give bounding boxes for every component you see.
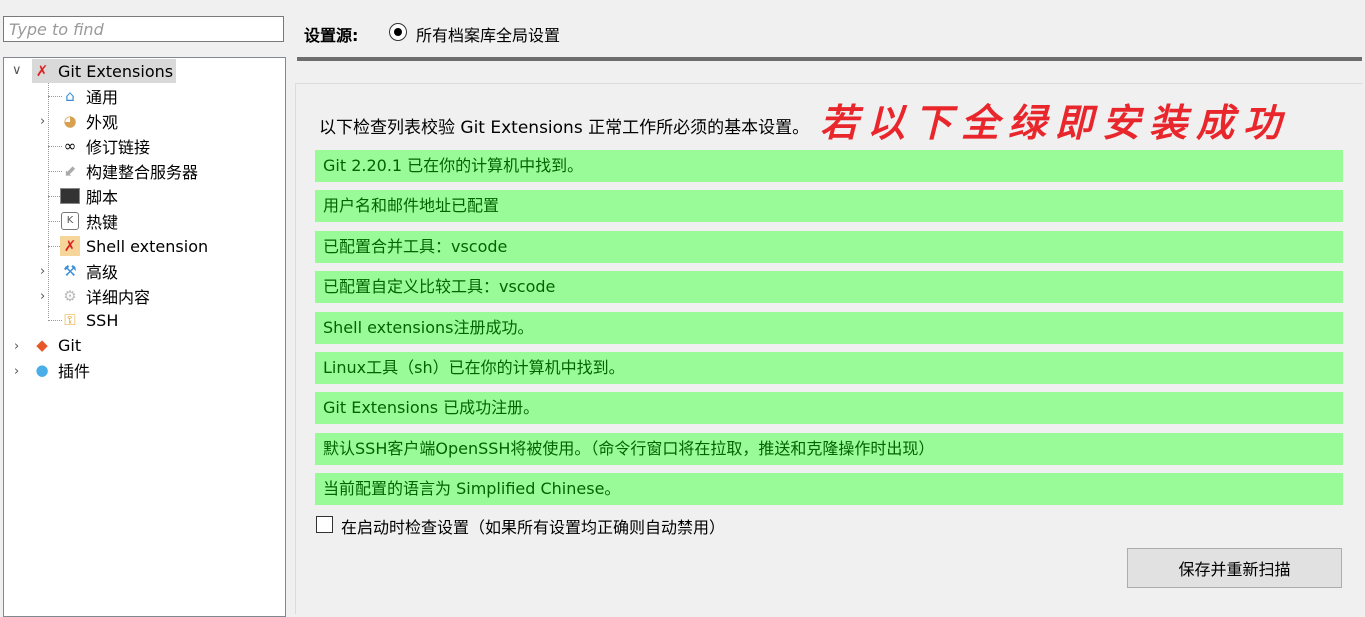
check-on-startup-label[interactable]: 在启动时检查设置（如果所有设置均正确则自动禁用） (341, 514, 725, 538)
check-result-row: 已配置合并工具：vscode (315, 230, 1343, 263)
keyboard-key-icon: K (60, 211, 80, 231)
global-settings-radio-label[interactable]: 所有档案库全局设置 (416, 22, 560, 46)
tree-item-label: SSH (86, 310, 119, 330)
chevron-right-icon[interactable]: › (40, 264, 45, 279)
separator (297, 57, 1362, 61)
tree-item-build-server[interactable]: ⬋ 构建整合服务器 (60, 159, 198, 183)
plug-icon: ⬋ (63, 162, 77, 180)
check-on-startup-checkbox[interactable] (316, 516, 333, 533)
tree-item-revision-links[interactable]: ∞ 修订链接 (60, 134, 150, 158)
git-extensions-icon: ✗ (35, 62, 49, 80)
tree-item-label: 高级 (86, 263, 119, 282)
search-box[interactable] (3, 16, 284, 42)
tree-item-label: Shell extension (86, 236, 209, 256)
shell-extension-icon: ✗ (60, 236, 80, 256)
check-result-row: Git 2.20.1 已在你的计算机中找到。 (315, 150, 1343, 182)
tree-item-label: 详细内容 (86, 288, 151, 307)
tree-item-appearance[interactable]: ◕ 外观 (60, 109, 118, 133)
tree-item-advanced[interactable]: ⚒ 高级 (60, 259, 118, 283)
tree-item-hotkeys[interactable]: K 热键 (60, 209, 118, 233)
terminal-icon (60, 186, 80, 206)
tree-item-label: 脚本 (86, 188, 119, 207)
tools-icon: ⚒ (63, 262, 77, 280)
chevron-right-icon[interactable]: › (14, 364, 19, 379)
gear-icon: ⚙ (63, 287, 77, 305)
tree-item-ssh[interactable]: ⚿ SSH (60, 308, 118, 332)
tree-item-label: Git Extensions (58, 61, 174, 81)
tree-item-detailed[interactable]: ⚙ 详细内容 (60, 284, 150, 308)
settings-tree: ∨ ✗ Git Extensions ⌂ 通用 › ◕ 外观 ∞ 修订链接 ⬋ 构建整合… (3, 57, 286, 617)
check-result-row: Shell extensions注册成功。 (315, 311, 1343, 344)
key-icon: ⚿ (64, 311, 76, 329)
tree-item-shell-extension[interactable]: ✗ Shell extension (60, 234, 208, 258)
tree-item-scripts[interactable]: 脚本 (60, 184, 118, 208)
tree-item-general[interactable]: ⌂ 通用 (60, 84, 118, 108)
tree-item-label: 修订链接 (86, 138, 151, 157)
check-result-row: 用户名和邮件地址已配置 (315, 190, 1343, 223)
annotation-text: 若以下全绿即安装成功 (820, 100, 1291, 145)
chevron-right-icon[interactable]: › (40, 289, 45, 304)
tree-item-git-extensions[interactable]: ✗ Git Extensions (32, 59, 177, 83)
tree-item-label: 通用 (86, 88, 119, 107)
palette-icon: ◕ (63, 112, 77, 130)
tree-item-label: 构建整合服务器 (86, 163, 199, 182)
check-result-row: 默认SSH客户端OpenSSH将被使用。（命令行窗口将在拉取，推送和克隆操作时出… (315, 432, 1343, 465)
link-icon: ∞ (63, 137, 77, 155)
tree-item-label: 外观 (86, 113, 119, 132)
chevron-right-icon[interactable]: › (14, 339, 19, 354)
home-icon: ⌂ (65, 87, 75, 105)
save-and-rescan-button[interactable]: 保存并重新扫描 (1127, 548, 1342, 588)
tree-item-label: 插件 (58, 362, 91, 381)
checklist-intro: 以下检查列表校验 Git Extensions 正常工作所必须的基本设置。 (319, 118, 810, 138)
search-input[interactable] (4, 17, 283, 41)
settings-source-label: 设置源: (304, 26, 359, 45)
check-result-row: Git Extensions 已成功注册。 (315, 392, 1343, 425)
check-result-row: 当前配置的语言为 Simplified Chinese。 (315, 473, 1343, 506)
global-settings-radio[interactable] (389, 23, 407, 41)
check-result-row: Linux工具（sh）已在你的计算机中找到。 (315, 352, 1343, 384)
tree-item-label: Git (58, 335, 82, 355)
puzzle-icon: ● (35, 361, 49, 379)
tree-item-git[interactable]: ◆ Git (32, 333, 81, 357)
chevron-right-icon[interactable]: › (40, 114, 45, 129)
tree-item-plugins[interactable]: ● 插件 (32, 358, 90, 382)
chevron-down-icon[interactable]: ∨ (12, 63, 22, 78)
tree-item-label: 热键 (86, 213, 119, 232)
git-icon: ◆ (36, 336, 48, 354)
check-result-row: 已配置自定义比较工具：vscode (315, 271, 1343, 304)
